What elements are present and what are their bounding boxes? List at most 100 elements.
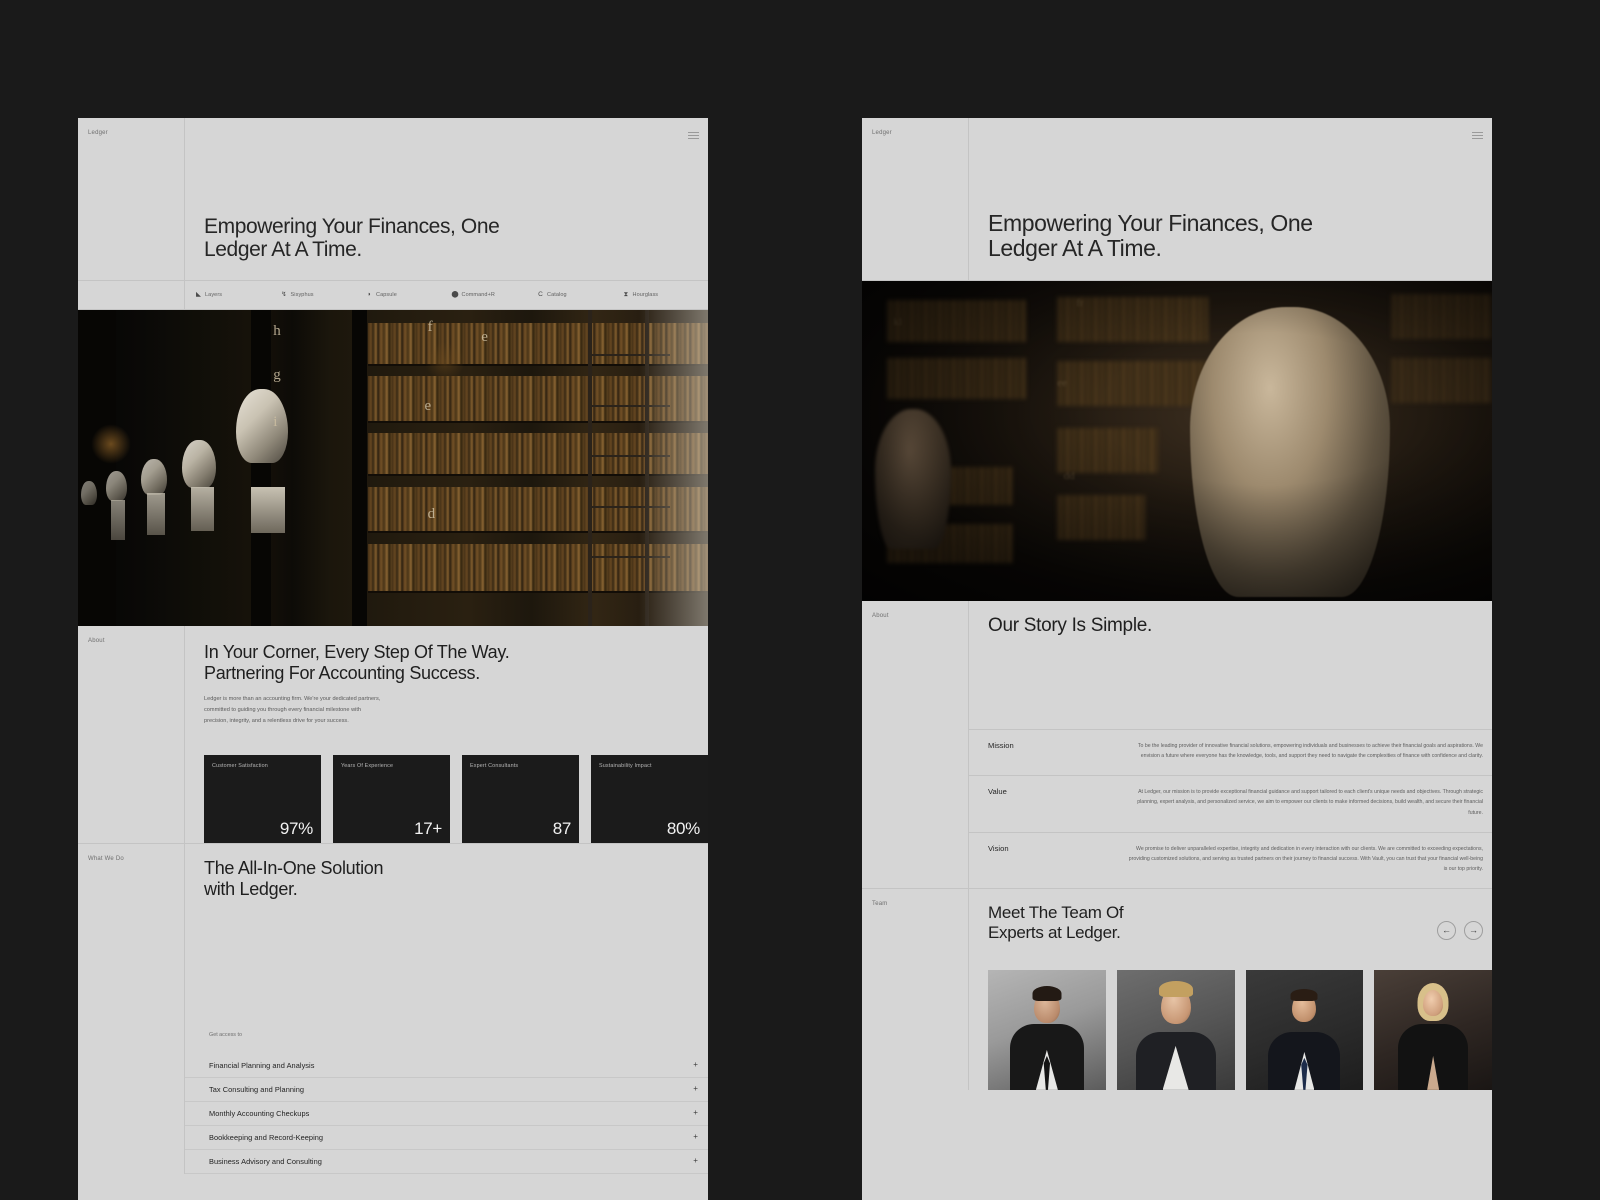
- stat-card-expert-consultants: Expert Consultants 87: [462, 754, 579, 843]
- client-logos-section: ◣ Layers ↯ Sisyphus ◗ Capsule ⬤ Command+…: [78, 281, 708, 310]
- logo-item-sisyphus[interactable]: ↯ Sisyphus: [281, 290, 367, 299]
- logo-label: Hourglass: [632, 292, 659, 298]
- carousel-controls: ← →: [1437, 921, 1483, 941]
- brand-wordmark[interactable]: Ledger: [88, 130, 184, 136]
- stat-value: 80%: [666, 818, 700, 838]
- services-accordion: Financial Planning and Analysis + Tax Co…: [185, 1054, 708, 1174]
- story-row-mission: Mission To be the leading provider of in…: [969, 729, 1492, 775]
- stat-value: 97%: [279, 818, 313, 838]
- stat-value: 17+: [414, 818, 442, 838]
- team-rail: Team: [862, 889, 969, 1090]
- hero-section: Ledger Empowering Your Finances, One Led…: [78, 118, 708, 281]
- logo-item-hourglass[interactable]: ⧗ Hourglass: [623, 290, 709, 299]
- what-we-do-rail-label: What We Do: [88, 855, 124, 862]
- hero-title: Empowering Your Finances, One Ledger At …: [204, 214, 500, 262]
- hero-image-library: h g i f e e d: [78, 310, 708, 626]
- accordion-item-label: Tax Consulting and Planning: [209, 1084, 305, 1094]
- team-content: Meet The Team Of Experts at Ledger. ← →: [969, 889, 1492, 1090]
- our-story-rail-label: About: [872, 613, 889, 619]
- accordion-item-label: Financial Planning and Analysis: [209, 1060, 315, 1070]
- stat-label: Years Of Experience: [341, 762, 394, 769]
- logo-label: Capsule: [376, 292, 397, 298]
- hero-image-bust: fr ee dd kl: [862, 281, 1492, 601]
- hamburger-icon[interactable]: [1472, 132, 1483, 139]
- layers-icon: ◣: [195, 290, 202, 298]
- logo-label: Catalog: [547, 292, 567, 298]
- logo-item-commandr[interactable]: ⬤ Command+R: [451, 290, 538, 299]
- get-access-label: Get access to: [209, 1031, 242, 1038]
- logo-item-capsule[interactable]: ◗ Capsule: [366, 290, 452, 299]
- what-we-do-rail: What We Do: [78, 843, 185, 1174]
- logo-item-layers[interactable]: ◣ Layers: [195, 290, 281, 299]
- story-row-text: At Ledger, our mission is to provide exc…: [1137, 789, 1483, 816]
- accordion-item[interactable]: Bookkeeping and Record-Keeping +: [185, 1126, 708, 1150]
- capsule-icon: ◗: [367, 290, 372, 298]
- plus-icon[interactable]: +: [693, 1109, 698, 1117]
- stats-row: Customer Satisfaction 97% Years Of Exper…: [185, 727, 708, 843]
- our-story-section: About Our Story Is Simple. Mission To be…: [862, 601, 1492, 889]
- homepage-panel: Ledger Empowering Your Finances, One Led…: [78, 118, 708, 1200]
- accordion-item[interactable]: Financial Planning and Analysis +: [185, 1054, 708, 1078]
- stat-label: Sustainability Impact: [599, 762, 652, 769]
- hero-rail: Ledger: [78, 118, 185, 280]
- story-row-key: Vision: [988, 843, 1009, 853]
- team-rail-label: Team: [872, 901, 888, 908]
- story-row-vision: Vision We promise to deliver unparallele…: [969, 831, 1492, 888]
- hourglass-icon: ⧗: [623, 290, 629, 298]
- plus-icon[interactable]: +: [693, 1157, 698, 1165]
- logo-item-catalog[interactable]: C Catalog: [537, 290, 623, 299]
- plus-icon[interactable]: +: [693, 1085, 698, 1093]
- what-we-do-heading: The All-In-One Solution with Ledger.: [204, 857, 384, 899]
- catalog-icon: C: [538, 290, 543, 298]
- hero-title-about: Empowering Your Finances, One Ledger At …: [988, 209, 1313, 262]
- story-row-key: Mission: [988, 741, 1014, 750]
- team-member-card[interactable]: [988, 969, 1106, 1090]
- screenshot-stage: Ledger Empowering Your Finances, One Led…: [0, 0, 1600, 1200]
- stat-card-customer-satisfaction: Customer Satisfaction 97%: [204, 754, 321, 843]
- about-content: In Your Corner, Every Step Of The Way. P…: [185, 626, 708, 843]
- accordion-item[interactable]: Tax Consulting and Planning +: [185, 1078, 708, 1102]
- logo-list: ◣ Layers ↯ Sisyphus ◗ Capsule ⬤ Command+…: [185, 281, 708, 309]
- stat-card-sustainability-impact: Sustainability Impact 80%: [591, 754, 708, 843]
- team-heading: Meet The Team Of Experts at Ledger.: [988, 903, 1124, 942]
- story-row-text: To be the leading provider of innovative…: [1137, 743, 1483, 760]
- about-paragraph: Ledger is more than an accounting firm. …: [204, 696, 381, 724]
- story-row-value: Value At Ledger, our mission is to provi…: [969, 775, 1492, 831]
- hero-content-about: Empowering Your Finances, One Ledger At …: [969, 118, 1492, 280]
- story-row-text: We promise to deliver unparalleled exper…: [1128, 845, 1483, 872]
- our-story-heading: Our Story Is Simple.: [988, 615, 1152, 636]
- about-heading: In Your Corner, Every Step Of The Way. P…: [204, 642, 510, 684]
- logo-label: Command+R: [461, 292, 495, 298]
- what-we-do-section: What We Do The All-In-One Solution with …: [78, 842, 708, 1174]
- team-member-grid: [969, 943, 1492, 1090]
- command-r-icon: ⬤: [451, 290, 459, 298]
- team-member-card[interactable]: [1374, 969, 1492, 1090]
- accordion-item-label: Business Advisory and Consulting: [209, 1156, 322, 1166]
- logo-label: Sisyphus: [290, 292, 314, 298]
- sisyphus-icon: ↯: [281, 290, 287, 298]
- logo-label: Layers: [205, 292, 223, 298]
- plus-icon[interactable]: +: [693, 1061, 698, 1069]
- about-page-panel: Ledger Empowering Your Finances, One Led…: [862, 118, 1492, 1200]
- mission-value-vision-list: Mission To be the leading provider of in…: [969, 729, 1492, 888]
- accordion-item[interactable]: Monthly Accounting Checkups +: [185, 1102, 708, 1126]
- what-we-do-content: The All-In-One Solution with Ledger. Get…: [185, 844, 708, 1174]
- logos-rail: [78, 281, 185, 309]
- accordion-item-label: Bookkeeping and Record-Keeping: [209, 1132, 324, 1142]
- accordion-item[interactable]: Business Advisory and Consulting +: [185, 1150, 708, 1174]
- brand-wordmark[interactable]: Ledger: [872, 130, 968, 136]
- team-section: Team Meet The Team Of Experts at Ledger.…: [862, 888, 1492, 1090]
- team-member-card[interactable]: [1245, 969, 1364, 1090]
- stat-value: 87: [552, 818, 572, 838]
- hero-rail-about: Ledger: [862, 118, 969, 280]
- carousel-next-button[interactable]: →: [1464, 921, 1483, 941]
- carousel-prev-button[interactable]: ←: [1437, 921, 1456, 941]
- team-member-card[interactable]: [1116, 969, 1235, 1090]
- story-row-key: Value: [988, 787, 1007, 797]
- plus-icon[interactable]: +: [693, 1133, 698, 1141]
- about-section: About In Your Corner, Every Step Of The …: [78, 626, 708, 843]
- hamburger-icon[interactable]: [688, 132, 699, 139]
- our-story-rail: About: [862, 601, 969, 889]
- hero-content: Empowering Your Finances, One Ledger At …: [185, 118, 708, 280]
- about-rail-label: About: [88, 638, 105, 644]
